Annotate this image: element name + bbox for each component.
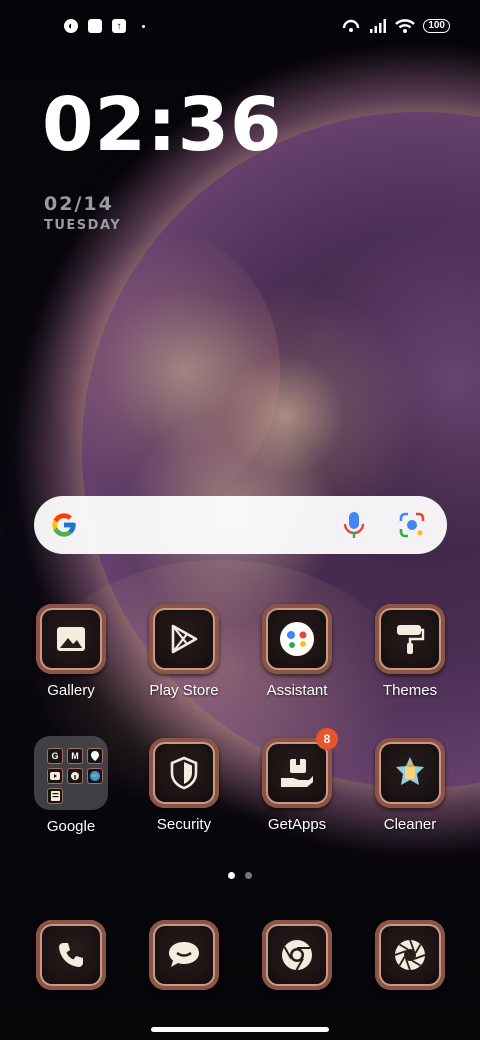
gesture-nav-handle[interactable] <box>151 1027 329 1032</box>
page-indicator[interactable] <box>228 872 252 879</box>
chrome-icon <box>262 920 332 990</box>
info-mini-icon <box>67 768 83 784</box>
message-icon <box>149 920 219 990</box>
clock-time[interactable]: 02:36 <box>42 82 283 168</box>
notification-upload-icon: ↑ <box>112 19 126 33</box>
notification-app-icon: ◐ <box>64 19 78 33</box>
app-label: GetApps <box>267 816 327 833</box>
play-store-icon <box>149 604 219 674</box>
app-label: Security <box>156 816 212 833</box>
google-search-bar[interactable] <box>34 496 447 554</box>
google-g-logo-icon <box>52 513 76 537</box>
dock-messages[interactable] <box>129 920 239 990</box>
getapps-icon: 8 <box>262 728 338 808</box>
app-assistant[interactable]: Assistant <box>242 604 352 699</box>
status-bar: ◐ ↑ 100 <box>0 0 480 40</box>
assistant-icon <box>262 604 332 674</box>
signal-icon <box>370 19 387 33</box>
image-icon <box>36 604 106 674</box>
shield-icon <box>149 738 219 808</box>
clock-day: TUESDAY <box>44 218 122 233</box>
cleaner-icon <box>375 738 445 808</box>
microphone-icon[interactable] <box>342 510 366 540</box>
camera-aperture-icon <box>375 920 445 990</box>
notification-badge: 8 <box>316 728 338 750</box>
app-gallery[interactable]: Gallery <box>16 604 126 699</box>
folder-icon: G M <box>34 736 108 810</box>
app-cleaner[interactable]: Cleaner <box>355 738 465 833</box>
app-label: Themes <box>382 682 438 699</box>
app-play-store[interactable]: Play Store <box>129 604 239 699</box>
files-mini-icon <box>47 788 63 804</box>
battery-indicator: 100 <box>423 19 450 33</box>
app-label: Google <box>46 818 96 835</box>
app-label: Assistant <box>266 682 328 699</box>
more-notifications-dot <box>142 24 145 28</box>
paint-roller-icon <box>375 604 445 674</box>
youtube-mini-icon <box>47 768 63 784</box>
app-label: Gallery <box>47 682 95 699</box>
gmail-mini-icon: M <box>67 748 83 764</box>
dock-chrome[interactable] <box>242 920 352 990</box>
page-dot <box>245 872 252 879</box>
wifi-icon <box>395 19 416 33</box>
maps-mini-icon <box>87 748 103 764</box>
hotspot-icon <box>343 19 360 32</box>
app-getapps[interactable]: 8 GetApps <box>242 728 352 833</box>
dock-camera[interactable] <box>355 920 465 990</box>
page-dot-active <box>228 872 235 879</box>
notification-square-icon <box>88 19 102 33</box>
phone-icon <box>36 920 106 990</box>
dock-phone[interactable] <box>16 920 126 990</box>
google-mini-icon: G <box>47 748 63 764</box>
lens-camera-icon[interactable] <box>398 511 426 539</box>
clock-date: 02/14 <box>44 193 114 215</box>
globe-mini-icon <box>87 768 103 784</box>
folder-google[interactable]: G M Google <box>16 736 126 835</box>
app-security[interactable]: Security <box>129 738 239 833</box>
app-themes[interactable]: Themes <box>355 604 465 699</box>
app-label: Cleaner <box>383 816 437 833</box>
app-label: Play Store <box>149 682 219 699</box>
